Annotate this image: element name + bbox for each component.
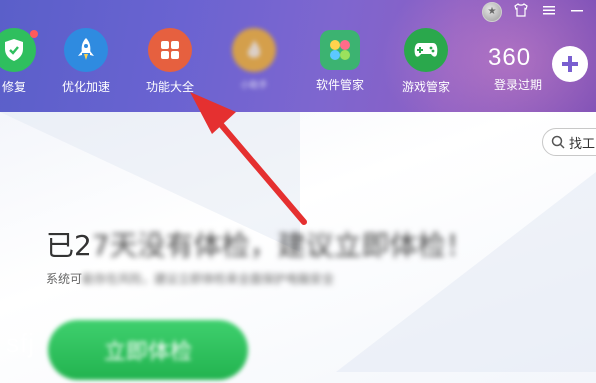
background-polygon	[336, 172, 596, 372]
flame-icon	[232, 28, 276, 72]
start-checkup-button[interactable]: 立即体检	[48, 320, 248, 380]
plus-icon	[562, 56, 578, 72]
medal-icon[interactable]: ★	[482, 2, 502, 22]
headline-blurred: 7天没有体检，建议立即体检！	[91, 229, 474, 262]
minimize-icon[interactable]	[568, 2, 586, 20]
apps-icon	[320, 30, 360, 70]
nav-item-game-manager[interactable]: 游戏管家	[386, 28, 466, 95]
start-checkup-label: 立即体检	[103, 340, 192, 365]
nav-label-game-manager: 游戏管家	[401, 80, 450, 94]
rocket-icon	[64, 28, 108, 72]
grid-icon	[148, 28, 192, 72]
gamepad-icon	[404, 28, 448, 72]
page-subline: 系统可能存在风险，建议立即体检来全面保护电脑安全	[46, 270, 334, 287]
nav-item-software-manager[interactable]: 软件管家	[300, 28, 380, 93]
headline-visible: 已2	[46, 229, 92, 262]
login-status[interactable]: 登录过期	[494, 76, 542, 93]
menu-icon[interactable]	[540, 2, 558, 20]
nav-item-assistant[interactable]: 小助手	[214, 28, 294, 91]
main-panel: 找工 已27天没有体检，建议立即体检！ 系统可能存在风险，建议立即体检来全面保护…	[0, 112, 596, 383]
nav-item-speedup[interactable]: 优化加速	[46, 28, 126, 95]
nav-label-software-manager: 软件管家	[315, 78, 364, 92]
subline-visible: 系统可	[46, 272, 83, 286]
shield-icon	[0, 28, 38, 72]
window-controls: ★	[482, 2, 586, 22]
nav-label-assistant: 小助手	[240, 81, 268, 91]
search-box[interactable]: 找工	[542, 128, 596, 156]
search-icon	[551, 135, 565, 149]
search-label: 找工	[569, 136, 596, 152]
brand-logo-360: 360	[488, 44, 532, 71]
alert-dot	[30, 30, 38, 38]
nav-label-all-features: 功能大全	[145, 80, 194, 94]
nav-label-speedup: 优化加速	[61, 80, 110, 94]
page-headline: 已27天没有体检，建议立即体检！	[46, 224, 474, 264]
shirt-icon[interactable]	[512, 2, 530, 20]
top-bar: 修复 优化加速 功能大全 小助手 软件管家 游戏管家 360 登录过期 ★	[0, 0, 596, 112]
add-account-button[interactable]	[552, 46, 588, 82]
subline-blurred: 能存在风险，建议立即体检来全面保护电脑安全	[82, 272, 335, 286]
watermark: sfj	[6, 328, 35, 358]
nav-item-all-features[interactable]: 功能大全	[130, 28, 210, 95]
